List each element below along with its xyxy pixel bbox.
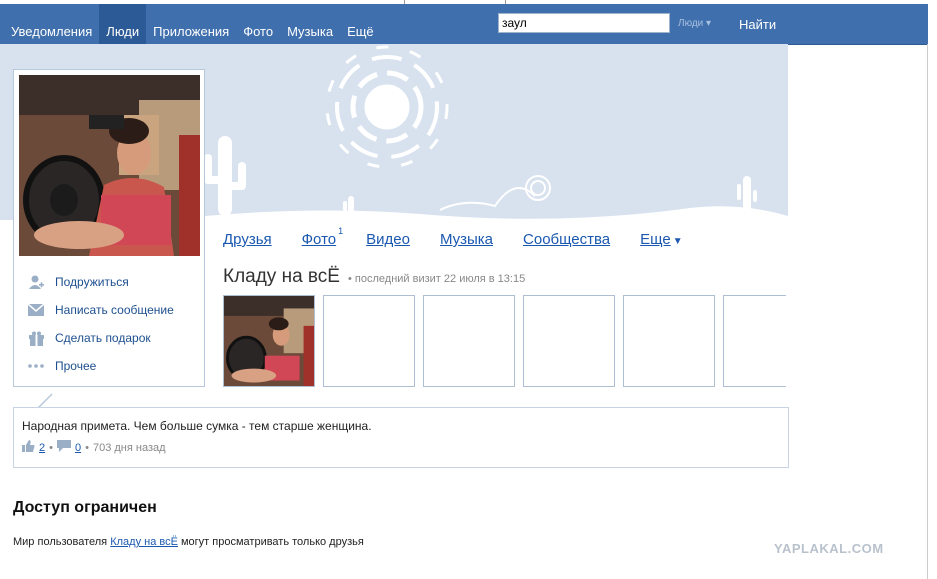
add-friend-icon xyxy=(28,274,44,290)
profile-name-row: Кладу на всЁ • последний визит 22 июля в… xyxy=(223,266,525,288)
nav-item-apps[interactable]: Приложения xyxy=(146,4,236,44)
other-label: Прочее xyxy=(55,359,97,373)
nav-item-more[interactable]: Ещё xyxy=(340,4,381,44)
right-divider xyxy=(927,44,928,579)
tab-music[interactable]: Музыка xyxy=(440,231,493,248)
status-pointer xyxy=(37,393,53,408)
chevron-down-icon: ▾ xyxy=(706,18,712,29)
search-scope-label: Люди xyxy=(678,18,704,29)
nav-item-people[interactable]: Люди xyxy=(99,4,147,44)
write-message-label: Написать сообщение xyxy=(55,303,174,317)
tumbleweed-icon xyxy=(439,175,551,211)
comment-icon[interactable] xyxy=(56,440,71,455)
sun-icon xyxy=(325,45,449,169)
profile-tabs: Друзья Фото 1 Видео Музыка Сообщества Еще… xyxy=(223,226,713,248)
last-visit-text: последний визит 22 июля в 13:15 xyxy=(354,273,526,285)
add-friend-label: Подружиться xyxy=(55,275,129,289)
tab-video[interactable]: Видео xyxy=(366,231,410,248)
nav-item-photos[interactable]: Фото xyxy=(236,4,280,44)
other-action[interactable]: Прочее xyxy=(14,352,204,380)
more-dots-icon xyxy=(28,358,44,374)
access-restricted-text: Мир пользователя Кладу на всЁ могут прос… xyxy=(13,536,364,548)
photo-strip xyxy=(223,295,786,387)
chevron-down-icon: ▼ xyxy=(672,236,683,247)
separator-dot: • xyxy=(85,441,89,454)
photo-placeholder xyxy=(323,295,415,387)
access-restricted-title: Доступ ограничен xyxy=(13,499,157,516)
status-time: 703 дня назад xyxy=(92,441,166,454)
nav-menu: Уведомления Люди Приложения Фото Музыка … xyxy=(4,4,381,44)
photo-placeholder xyxy=(523,295,615,387)
make-gift-action[interactable]: Сделать подарок xyxy=(14,324,204,352)
profile-avatar[interactable] xyxy=(19,75,200,256)
cactus-icon xyxy=(204,136,757,218)
tab-photos[interactable]: Фото 1 xyxy=(301,226,343,248)
envelope-icon xyxy=(28,302,44,318)
top-navigation-bar: Уведомления Люди Приложения Фото Музыка … xyxy=(0,4,928,45)
make-gift-label: Сделать подарок xyxy=(55,331,151,345)
like-icon[interactable] xyxy=(22,440,35,455)
photo-placeholder xyxy=(723,295,786,387)
profile-name: Кладу на всЁ xyxy=(223,266,340,287)
tab-photos-label: Фото xyxy=(301,231,337,248)
profile-actions: Подружиться Написать сообщение Сделать п… xyxy=(14,268,204,380)
gift-icon xyxy=(28,330,44,346)
tab-more-label: Еще xyxy=(640,231,671,248)
avatar-photo xyxy=(19,75,200,256)
write-message-action[interactable]: Написать сообщение xyxy=(14,296,204,324)
access-text-prefix: Мир пользователя xyxy=(13,536,111,548)
find-button[interactable]: Найти xyxy=(739,17,776,32)
watermark-logo: YAPLAKAL.COM xyxy=(774,541,884,556)
photos-count: 1 xyxy=(338,226,344,236)
thumbnail-photo xyxy=(224,296,314,386)
profile-link[interactable]: Кладу на всЁ xyxy=(110,536,178,548)
last-visit: • последний визит 22 июля в 13:15 xyxy=(348,273,526,285)
comments-count[interactable]: 0 xyxy=(75,442,81,454)
photo-placeholder xyxy=(623,295,715,387)
access-text-suffix: могут просматривать только друзья xyxy=(177,536,364,548)
search-input[interactable] xyxy=(498,13,670,33)
tab-communities[interactable]: Сообщества xyxy=(523,231,610,248)
photo-placeholder xyxy=(423,295,515,387)
status-post: Народная примета. Чем больше сумка - тем… xyxy=(13,407,789,468)
profile-card: Подружиться Написать сообщение Сделать п… xyxy=(13,69,205,387)
add-friend-action[interactable]: Подружиться xyxy=(14,268,204,296)
status-text: Народная примета. Чем больше сумка - тем… xyxy=(22,419,372,433)
search-scope-dropdown[interactable]: Люди ▾ xyxy=(678,18,711,29)
nav-item-notifications[interactable]: Уведомления xyxy=(4,4,99,44)
status-meta: 2 • 0 • 703 дня назад xyxy=(22,440,166,455)
nav-item-music[interactable]: Музыка xyxy=(280,4,340,44)
likes-count[interactable]: 2 xyxy=(39,442,45,454)
tab-more[interactable]: Еще ▼ xyxy=(640,231,682,248)
tab-friends[interactable]: Друзья xyxy=(223,231,272,248)
separator-dot: • xyxy=(49,441,53,454)
photo-thumbnail[interactable] xyxy=(223,295,315,387)
